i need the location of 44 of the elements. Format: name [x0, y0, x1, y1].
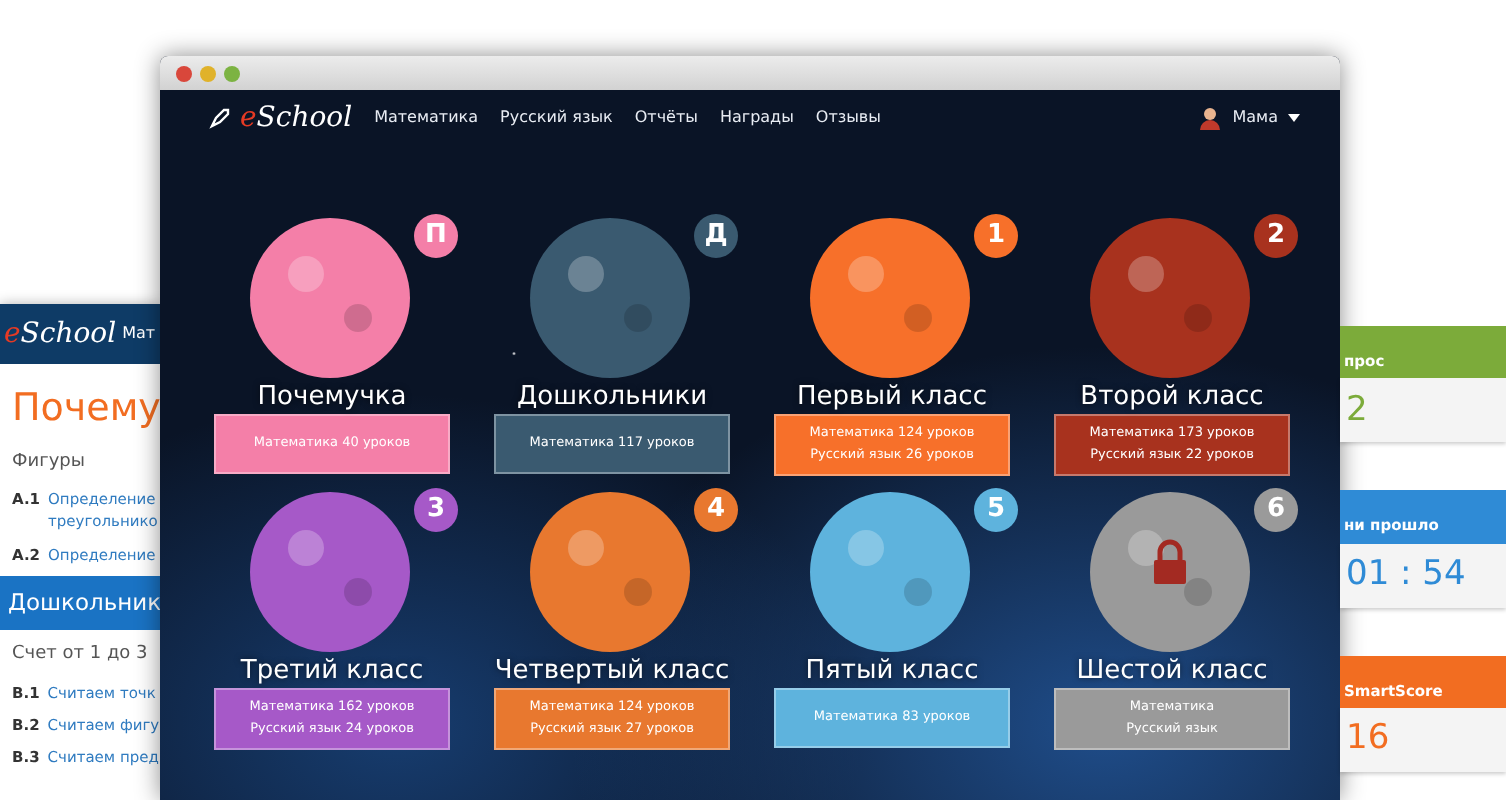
logo[interactable]: eSchool: [4, 313, 117, 355]
planet-drawing[interactable]: [526, 214, 694, 382]
planet-drawing[interactable]: [526, 488, 694, 657]
planet-title[interactable]: Пятый класс: [805, 656, 979, 688]
planet-drawing[interactable]: [246, 488, 414, 657]
planet-drawing[interactable]: [806, 214, 974, 382]
planet-title[interactable]: Шестой класс: [1076, 656, 1268, 688]
planet-drawing[interactable]: [1086, 488, 1254, 657]
page-heading: Почему: [12, 384, 160, 434]
planet-drawing[interactable]: [806, 488, 974, 657]
section-title: Фигуры: [12, 449, 87, 475]
grade-badge: Д: [694, 214, 738, 258]
grade-badge: 5: [974, 488, 1018, 533]
nav-link[interactable]: Награды: [719, 106, 794, 130]
grade-badge: 3: [414, 488, 458, 533]
widget-value: 01 : 54: [1340, 543, 1506, 607]
grade-badge: 4: [694, 488, 738, 533]
rocket-icon: [208, 106, 232, 130]
planet-drawing[interactable]: [246, 214, 414, 382]
planet-title[interactable]: Дошкольники: [516, 382, 708, 414]
section-band: Дошкольник: [0, 575, 160, 630]
widget-value: 16: [1340, 707, 1506, 772]
nav-link[interactable]: Русский язык: [500, 106, 613, 130]
avatar-icon: [1198, 106, 1223, 130]
close-button[interactable]: [176, 65, 192, 81]
planet-title[interactable]: Первый класс: [797, 382, 987, 414]
nav-link[interactable]: Отзывы: [815, 106, 881, 130]
section-title: Счет от 1 до 3: [12, 642, 150, 668]
planet-title[interactable]: Почемучка: [257, 382, 407, 414]
nav-link[interactable]: Мат: [122, 322, 156, 346]
planet-title[interactable]: Второй класс: [1080, 382, 1264, 414]
widget-value: 2: [1340, 378, 1506, 443]
user-menu[interactable]: Мама: [1232, 106, 1278, 130]
grade-badge: 2: [1254, 214, 1298, 258]
logo[interactable]: eSchool: [240, 97, 353, 139]
grade-badge: П: [414, 214, 458, 258]
planet-drawing[interactable]: [1086, 214, 1254, 382]
grade-badge: 6: [1254, 488, 1298, 533]
caret-icon: [1288, 114, 1300, 122]
grade-badge: 1: [974, 214, 1018, 258]
nav-link[interactable]: Математика: [374, 106, 479, 130]
planet-title[interactable]: Четвертый класс: [494, 656, 730, 688]
planet-title[interactable]: Третий класс: [240, 656, 424, 688]
nav-link[interactable]: Отчёты: [634, 106, 698, 130]
